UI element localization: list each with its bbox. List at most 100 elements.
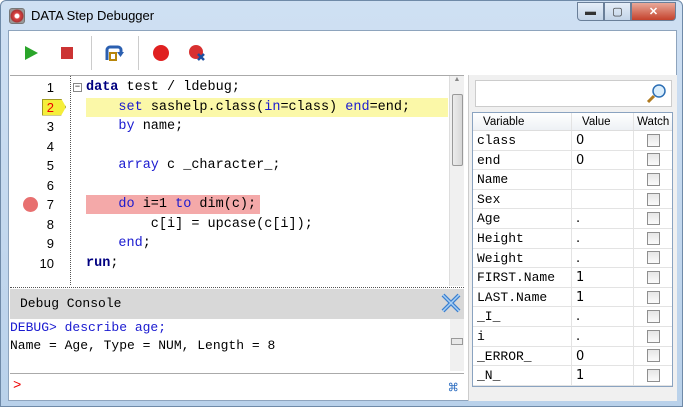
variable-name: Sex — [473, 189, 572, 209]
watch-checkbox[interactable] — [646, 212, 660, 226]
variable-value[interactable]: . — [572, 307, 635, 326]
variable-value[interactable]: 1 — [572, 366, 635, 385]
watch-checkbox[interactable] — [646, 133, 660, 147]
fold-toggle-icon[interactable]: − — [73, 83, 82, 92]
code-line[interactable]: 2 set sashelp.class(in=class) end=end; — [10, 97, 448, 117]
scroll-thumb[interactable] — [452, 94, 463, 166]
app-icon — [9, 8, 25, 24]
table-row[interactable]: class 0 — [473, 131, 672, 151]
watch-checkbox[interactable] — [646, 310, 660, 324]
table-row[interactable]: Weight. — [473, 248, 672, 269]
code-editor[interactable]: ▲ ◀|||▶ 1−data test / ldebug;2 set sashe… — [10, 75, 464, 286]
command-icon[interactable]: ⌘ — [448, 378, 458, 398]
line-number[interactable]: 5 — [10, 156, 60, 175]
variable-value[interactable]: 0 — [572, 131, 635, 150]
breakpoint-icon[interactable] — [23, 197, 38, 212]
maximize-button[interactable]: ▢ — [604, 2, 631, 21]
table-row[interactable]: LAST.Name 1 — [473, 287, 672, 308]
code-text: do i=1 to dim(c); — [86, 195, 261, 214]
code-line[interactable]: 6 — [10, 176, 446, 195]
console-input[interactable]: > ⌘ — [10, 373, 464, 401]
table-row[interactable]: FIRST.Name 1 — [473, 268, 672, 288]
pane-splitter[interactable] — [10, 285, 464, 288]
table-row[interactable]: _N_ 1 — [473, 366, 672, 386]
variable-value[interactable] — [572, 189, 635, 209]
line-number[interactable]: 1 — [10, 78, 60, 97]
watch-checkbox[interactable] — [646, 349, 660, 363]
watch-checkbox[interactable] — [646, 192, 660, 206]
code-line[interactable]: 3 by name; — [10, 117, 446, 136]
variable-value[interactable]: . — [572, 228, 635, 248]
close-button[interactable]: ✕ — [631, 2, 676, 21]
variable-value[interactable]: 0 — [572, 150, 635, 170]
watch-checkbox[interactable] — [646, 153, 660, 167]
variable-name: Name — [473, 170, 572, 189]
code-line[interactable]: 9 end; — [10, 234, 446, 253]
client-area: ▲ ◀|||▶ 1−data test / ldebug;2 set sashe… — [8, 30, 677, 401]
minimize-button[interactable]: ▬ — [577, 2, 604, 21]
variables-panel: Variable Value Watch class 0 end 0 Name Sex Ag… — [468, 75, 677, 401]
line-number[interactable]: 10 — [10, 254, 60, 273]
table-row[interactable]: _I_. — [473, 307, 672, 327]
table-row[interactable]: Height. — [473, 228, 672, 249]
variable-value[interactable]: . — [572, 248, 635, 268]
code-line[interactable]: 5 array c _character_; — [10, 156, 446, 175]
code-text: end; — [86, 234, 155, 253]
clear-breakpoints-button[interactable] — [183, 39, 211, 67]
watch-checkbox[interactable] — [646, 368, 660, 382]
variable-value[interactable]: 0 — [572, 346, 635, 366]
line-number[interactable]: 6 — [10, 176, 60, 195]
column-value[interactable]: Value — [572, 113, 635, 130]
table-row[interactable]: end 0 — [473, 150, 672, 171]
variable-value[interactable]: 1 — [572, 287, 635, 307]
watch-checkbox[interactable] — [646, 231, 660, 245]
variable-value[interactable] — [572, 170, 635, 189]
line-number[interactable]: 8 — [10, 215, 60, 234]
watch-checkbox[interactable] — [646, 290, 660, 304]
line-number[interactable]: 9 — [10, 234, 60, 253]
table-row[interactable]: Age. — [473, 209, 672, 229]
code-line[interactable]: 7 do i=1 to dim(c); — [10, 195, 446, 214]
editor-vertical-scrollbar[interactable]: ▲ — [449, 76, 464, 286]
watch-checkbox[interactable] — [646, 251, 660, 265]
console-line: Name = Age, Type = NUM, Length = 8 — [10, 338, 276, 353]
line-number[interactable]: 2 — [10, 98, 60, 117]
console-scrollbar[interactable] — [450, 319, 464, 371]
column-watch[interactable]: Watch — [634, 113, 672, 130]
table-row[interactable]: Sex — [473, 189, 672, 210]
table-row[interactable]: i. — [473, 326, 672, 347]
variable-value[interactable]: . — [572, 326, 635, 346]
variable-name: class — [473, 131, 572, 150]
code-token: =end; — [369, 99, 411, 115]
code-line[interactable]: 8 c[i] = upcase(c[i]); — [10, 215, 446, 234]
search-icon[interactable] — [645, 83, 667, 105]
watch-checkbox[interactable] — [646, 329, 660, 343]
line-number[interactable]: 4 — [10, 137, 60, 156]
table-row[interactable]: _ERROR_ 0 — [473, 346, 672, 367]
undock-icon[interactable] — [440, 292, 462, 314]
table-row[interactable]: Name — [473, 170, 672, 190]
variable-value[interactable]: 1 — [572, 268, 635, 287]
watch-checkbox[interactable] — [646, 270, 660, 284]
stop-icon — [61, 47, 73, 59]
code-line[interactable]: 1 − data test / ldebug; — [10, 78, 446, 97]
variable-value[interactable]: . — [572, 209, 635, 228]
code-line[interactable]: 10 run; — [10, 254, 446, 273]
line-number[interactable]: 3 — [10, 117, 60, 136]
watch-checkbox[interactable] — [646, 172, 660, 186]
console-title: Debug Console — [20, 296, 122, 311]
toggle-breakpoint-button[interactable] — [147, 39, 175, 67]
stop-button[interactable] — [53, 39, 81, 67]
variable-search-input[interactable] — [475, 80, 672, 107]
code-token: set — [118, 99, 143, 115]
column-variable[interactable]: Variable — [473, 113, 572, 130]
variable-name: Age — [473, 209, 572, 228]
table-header: Variable Value Watch — [473, 113, 672, 131]
step-button[interactable] — [100, 39, 128, 67]
code-token: to — [175, 197, 192, 212]
code-line[interactable]: 4 — [10, 137, 446, 156]
breakpoint-icon — [153, 45, 169, 61]
go-button[interactable] — [17, 39, 45, 67]
